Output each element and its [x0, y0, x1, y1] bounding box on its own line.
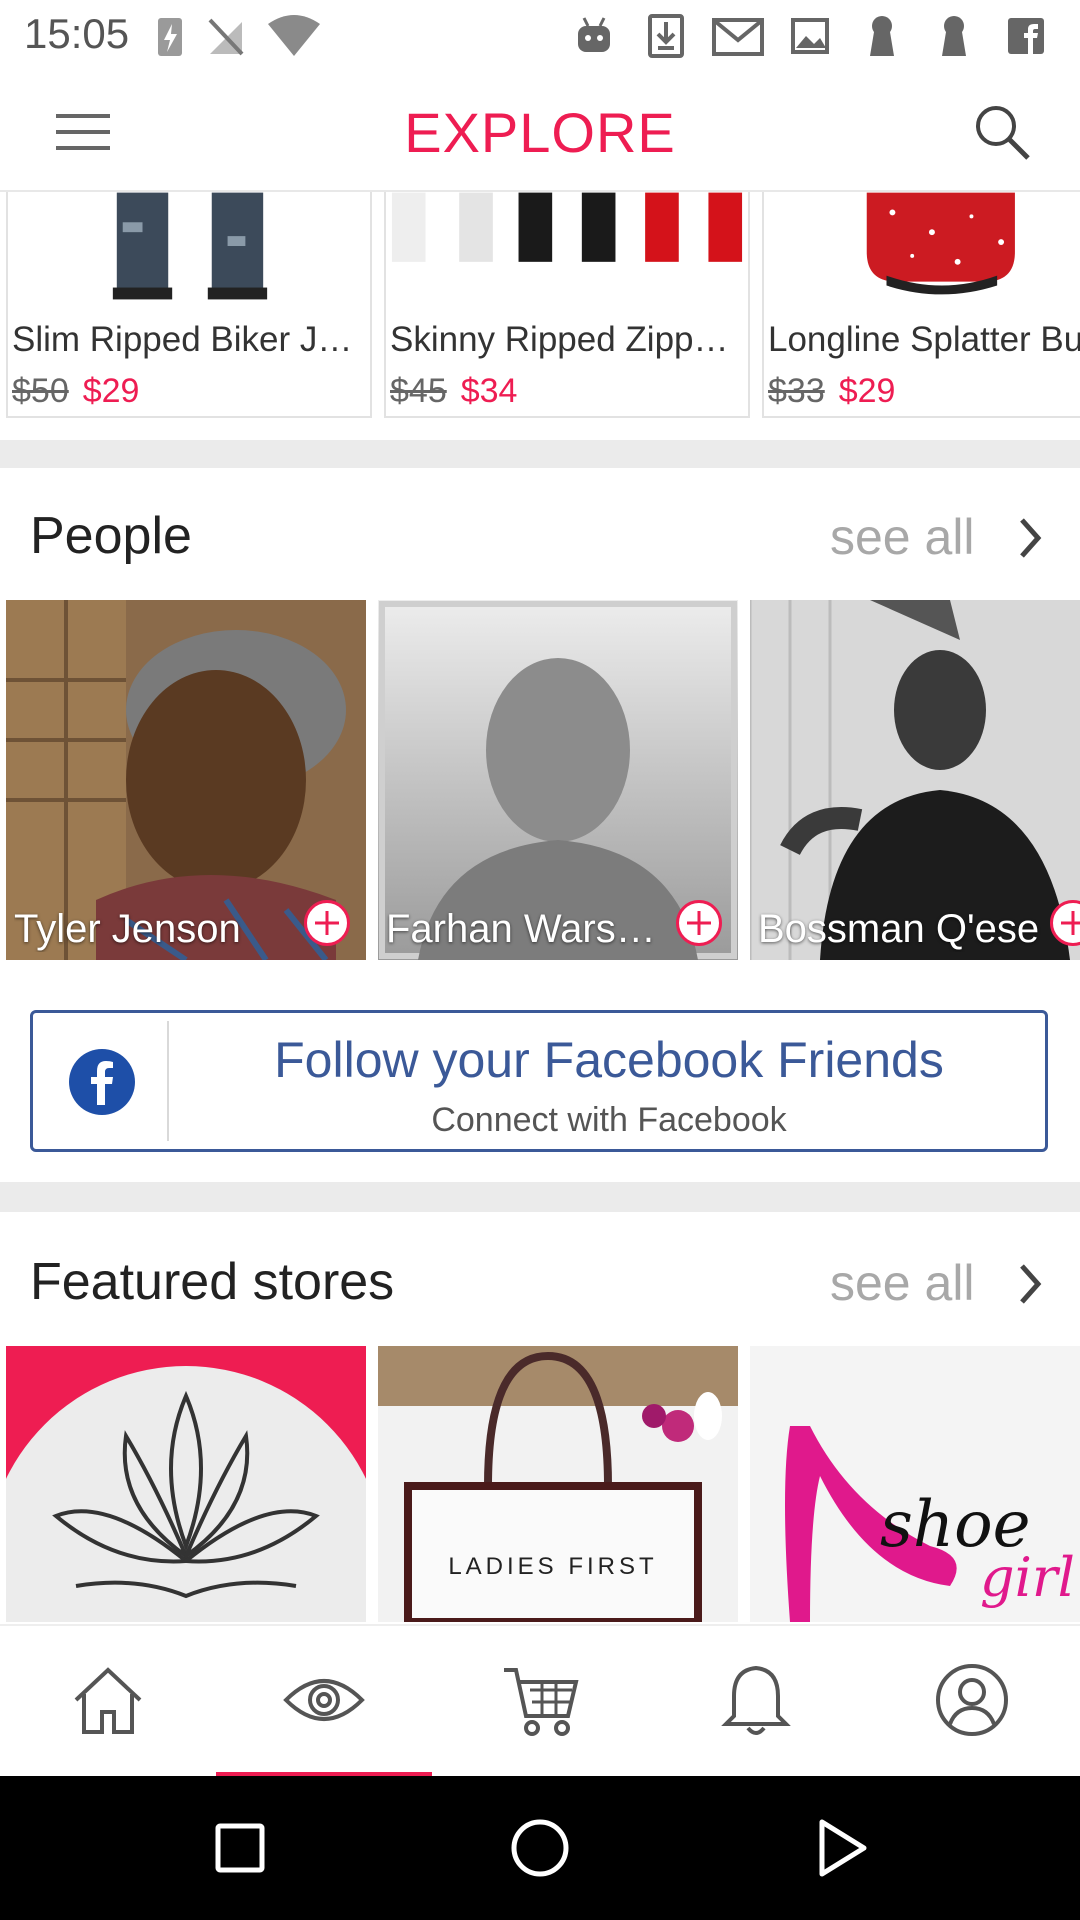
product-old-price: $45	[390, 372, 447, 410]
facebook-button-title: Follow your Facebook Friends	[274, 1032, 944, 1088]
cart-icon	[504, 1668, 579, 1736]
product-name: Longline Splatter Bu	[768, 320, 1080, 359]
follow-plus-icon[interactable]	[304, 900, 350, 946]
system-navigation-bar	[0, 1776, 1080, 1920]
section-divider	[0, 440, 1080, 468]
eye-icon	[283, 1679, 365, 1721]
product-sale-price: $34	[460, 372, 518, 410]
wifi-icon	[268, 15, 320, 56]
tote-bag-text: LADIES FIRST	[448, 1553, 657, 1580]
chevron-right-icon[interactable]	[1016, 1262, 1044, 1306]
page-title: EXPLORE	[404, 101, 676, 164]
product-name: Slim Ripped Biker Je…	[12, 320, 368, 359]
product-image	[866, 192, 1015, 295]
battery-charging-icon	[158, 18, 182, 56]
image-icon	[791, 18, 829, 54]
product-image	[112, 192, 268, 300]
products-row: Slim Ripped Biker Je… $50 $29 Skinny Ripp…	[0, 192, 1080, 424]
section-divider	[0, 1182, 1080, 1212]
facebook-logo-icon	[69, 1049, 135, 1115]
store-logo-text-2: girl	[980, 1546, 1075, 1609]
product-name: Skinny Ripped Zippe…	[390, 320, 746, 359]
person-card[interactable]: Farhan Wars…	[378, 600, 738, 960]
product-image	[391, 192, 743, 262]
home-icon	[74, 1667, 142, 1734]
store-photo-tote-bag: LADIES FIRST	[378, 1346, 738, 1622]
download-icon	[648, 14, 684, 58]
person-card[interactable]: Tyler Jenson	[6, 600, 366, 960]
nav-explore[interactable]	[216, 1626, 432, 1778]
nav-profile[interactable]	[864, 1626, 1080, 1778]
button-divider	[167, 1021, 169, 1141]
nav-notifications[interactable]	[648, 1626, 864, 1778]
facebook-button-subtitle: Connect with Facebook	[431, 1101, 787, 1139]
status-bar: 15:05	[0, 0, 1080, 72]
stores-see-all-link[interactable]: see all	[830, 1254, 975, 1312]
stores-section-title: Featured stores	[30, 1253, 395, 1311]
person-photo	[750, 600, 1080, 960]
people-section-title: People	[30, 507, 192, 565]
bell-icon	[721, 1665, 791, 1735]
product-old-price: $50	[12, 372, 69, 410]
keyhole-icon	[870, 16, 894, 56]
gmail-icon	[712, 18, 764, 56]
nav-cart[interactable]	[432, 1626, 648, 1778]
facebook-connect-button[interactable]: Follow your Facebook Friends Connect wit…	[30, 1010, 1048, 1152]
product-card[interactable]: Longline Splatter Bu $33 $29	[762, 192, 1080, 418]
product-sale-price: $29	[82, 372, 140, 410]
follow-plus-icon[interactable]	[1050, 900, 1080, 946]
product-price: $33 $29	[768, 372, 895, 411]
store-logo-lotus	[6, 1346, 366, 1622]
keyhole-icon-2	[942, 16, 966, 56]
recents-square-icon[interactable]	[204, 1812, 276, 1884]
facebook-notification-icon	[1008, 18, 1044, 54]
product-card[interactable]: Skinny Ripped Zippe… $45 $34	[384, 192, 750, 418]
people-see-all-link[interactable]: see all	[830, 508, 975, 566]
nav-home[interactable]	[0, 1626, 216, 1778]
status-time: 15:05	[24, 10, 130, 57]
android-debug-icon	[578, 17, 610, 52]
bottom-navigation	[0, 1624, 1080, 1778]
search-icon[interactable]	[972, 102, 1032, 162]
person-name: Farhan Wars…	[386, 907, 656, 951]
product-price: $50 $29	[12, 372, 139, 411]
product-sale-price: $29	[838, 372, 896, 410]
profile-icon	[936, 1664, 1008, 1736]
app-bar: EXPLORE	[0, 72, 1080, 192]
person-name: Tyler Jenson	[14, 907, 241, 951]
product-price: $45 $34	[390, 372, 517, 411]
chevron-right-icon[interactable]	[1016, 516, 1044, 560]
back-triangle-icon[interactable]	[804, 1812, 876, 1884]
store-card[interactable]: shoe girl	[750, 1346, 1080, 1622]
store-card[interactable]: LADIES FIRST	[378, 1346, 738, 1622]
home-circle-icon[interactable]	[504, 1812, 576, 1884]
product-old-price: $33	[768, 372, 825, 410]
no-signal-icon	[208, 18, 244, 56]
store-logo-shoe: shoe girl	[750, 1346, 1080, 1622]
follow-plus-icon[interactable]	[676, 900, 722, 946]
person-card[interactable]: Bossman Q'ese	[750, 600, 1080, 960]
store-card[interactable]	[6, 1346, 366, 1622]
person-name: Bossman Q'ese	[758, 907, 1040, 951]
product-card[interactable]: Slim Ripped Biker Je… $50 $29	[6, 192, 372, 418]
